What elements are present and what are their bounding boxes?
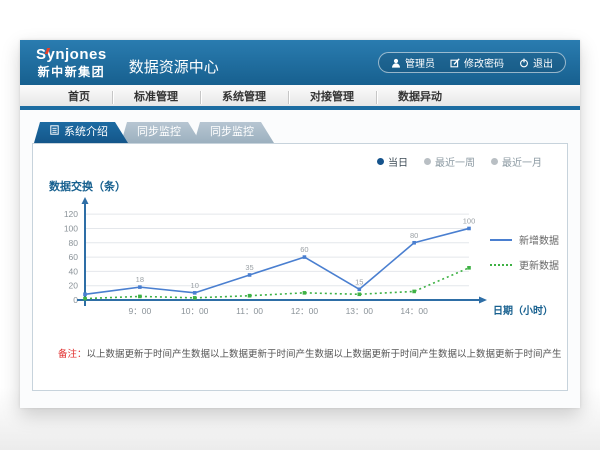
page-title: 数据资源中心 xyxy=(129,56,219,77)
radio-today[interactable]: 当日 xyxy=(377,154,408,169)
main-nav: 首页 标准管理 系统管理 对接管理 数据异动 xyxy=(20,85,580,110)
svg-text:120: 120 xyxy=(64,209,78,219)
legend-item-new-data[interactable]: 新增数据 xyxy=(490,232,559,247)
change-password-label: 修改密码 xyxy=(464,55,504,70)
chart-panel: 当日 最近一周 最近一月 数据交换（条） 0204060801001209：00… xyxy=(32,143,568,391)
svg-text:9：00: 9：00 xyxy=(129,306,152,316)
solid-line-icon xyxy=(490,239,512,241)
radio-dot-icon xyxy=(424,158,431,165)
nav-item-home[interactable]: 首页 xyxy=(46,85,112,106)
footnote-text: 以上数据更新于时间产生数据以上数据更新于时间产生数据以上数据更新于时间产生数据以… xyxy=(87,349,561,360)
nav-item-system[interactable]: 系统管理 xyxy=(200,85,288,106)
edit-icon xyxy=(450,58,460,68)
svg-text:11：00: 11：00 xyxy=(236,306,263,316)
app-window: Synjones 新中新集团 数据资源中心 管理员 修改密码 xyxy=(20,40,580,408)
svg-text:20: 20 xyxy=(69,281,79,291)
logo-text-en: Synjones xyxy=(36,47,107,62)
svg-text:13：00: 13：00 xyxy=(346,306,374,316)
logout-button[interactable]: 退出 xyxy=(519,55,553,70)
svg-text:100: 100 xyxy=(463,216,476,225)
svg-text:10：00: 10：00 xyxy=(181,306,209,316)
radio-today-label: 当日 xyxy=(388,154,408,169)
legend-item-updated-data[interactable]: 更新数据 xyxy=(490,257,559,272)
svg-text:14：00: 14：00 xyxy=(400,306,428,316)
chart-legend: 新增数据 更新数据 xyxy=(490,232,559,272)
svg-text:12：00: 12：00 xyxy=(291,306,319,316)
time-range-filter: 当日 最近一周 最近一月 xyxy=(377,154,542,169)
svg-text:60: 60 xyxy=(69,252,79,262)
svg-text:15: 15 xyxy=(355,277,363,286)
user-menu: 管理员 修改密码 退出 xyxy=(378,52,566,73)
legend-new-data-label: 新增数据 xyxy=(519,232,559,247)
svg-text:80: 80 xyxy=(410,231,418,240)
change-password-button[interactable]: 修改密码 xyxy=(450,55,504,70)
nav-item-docking[interactable]: 对接管理 xyxy=(288,85,376,106)
power-icon xyxy=(519,58,529,68)
radio-last-week-label: 最近一周 xyxy=(435,154,475,169)
tab-sync-monitor-2[interactable]: 同步监控 xyxy=(194,122,274,143)
header: Synjones 新中新集团 数据资源中心 管理员 修改密码 xyxy=(20,40,580,85)
user-icon xyxy=(391,58,401,68)
logo: Synjones 新中新集团 xyxy=(36,47,107,78)
page: Synjones 新中新集团 数据资源中心 管理员 修改密码 xyxy=(0,0,600,450)
svg-text:80: 80 xyxy=(69,238,79,248)
dotted-line-icon xyxy=(490,264,512,266)
tab-system-intro-label: 系统介绍 xyxy=(64,122,108,143)
footnote: 备注：以上数据更新于时间产生数据以上数据更新于时间产生数据以上数据更新于时间产生… xyxy=(58,346,561,360)
tab-bar: 系统介绍 同步监控 同步监控 xyxy=(34,122,568,143)
radio-dot-icon xyxy=(377,158,384,165)
logo-text-cn: 新中新集团 xyxy=(36,66,107,78)
chart-area: 数据交换（条） 0204060801001209：0010：0011：0012：… xyxy=(33,178,567,333)
content: 系统介绍 同步监控 同步监控 当日 最近一周 xyxy=(20,110,580,391)
svg-text:10: 10 xyxy=(191,281,199,290)
tab-sync-monitor-1[interactable]: 同步监控 xyxy=(121,122,201,143)
y-axis-title: 数据交换（条） xyxy=(49,178,567,194)
svg-text:100: 100 xyxy=(64,223,78,233)
radio-dot-icon xyxy=(491,158,498,165)
radio-last-week[interactable]: 最近一周 xyxy=(424,154,475,169)
radio-last-month-label: 最近一月 xyxy=(502,154,542,169)
legend-updated-data-label: 更新数据 xyxy=(519,257,559,272)
svg-text:35: 35 xyxy=(245,263,253,272)
logout-label: 退出 xyxy=(533,55,553,70)
radio-last-month[interactable]: 最近一月 xyxy=(491,154,542,169)
tab-system-intro[interactable]: 系统介绍 xyxy=(34,122,128,143)
nav-item-changes[interactable]: 数据异动 xyxy=(376,85,464,106)
svg-text:40: 40 xyxy=(69,266,79,276)
document-icon xyxy=(50,122,59,143)
tab-sync-monitor-1-label: 同步监控 xyxy=(137,122,181,143)
svg-text:60: 60 xyxy=(300,245,308,254)
svg-text:日期（小时）: 日期（小时） xyxy=(493,304,553,317)
user-menu-admin-label: 管理员 xyxy=(405,55,435,70)
user-menu-admin[interactable]: 管理员 xyxy=(391,55,435,70)
tab-sync-monitor-2-label: 同步监控 xyxy=(210,122,254,143)
nav-item-standard[interactable]: 标准管理 xyxy=(112,85,200,106)
footnote-label: 备注： xyxy=(58,349,87,360)
svg-text:18: 18 xyxy=(136,275,144,284)
